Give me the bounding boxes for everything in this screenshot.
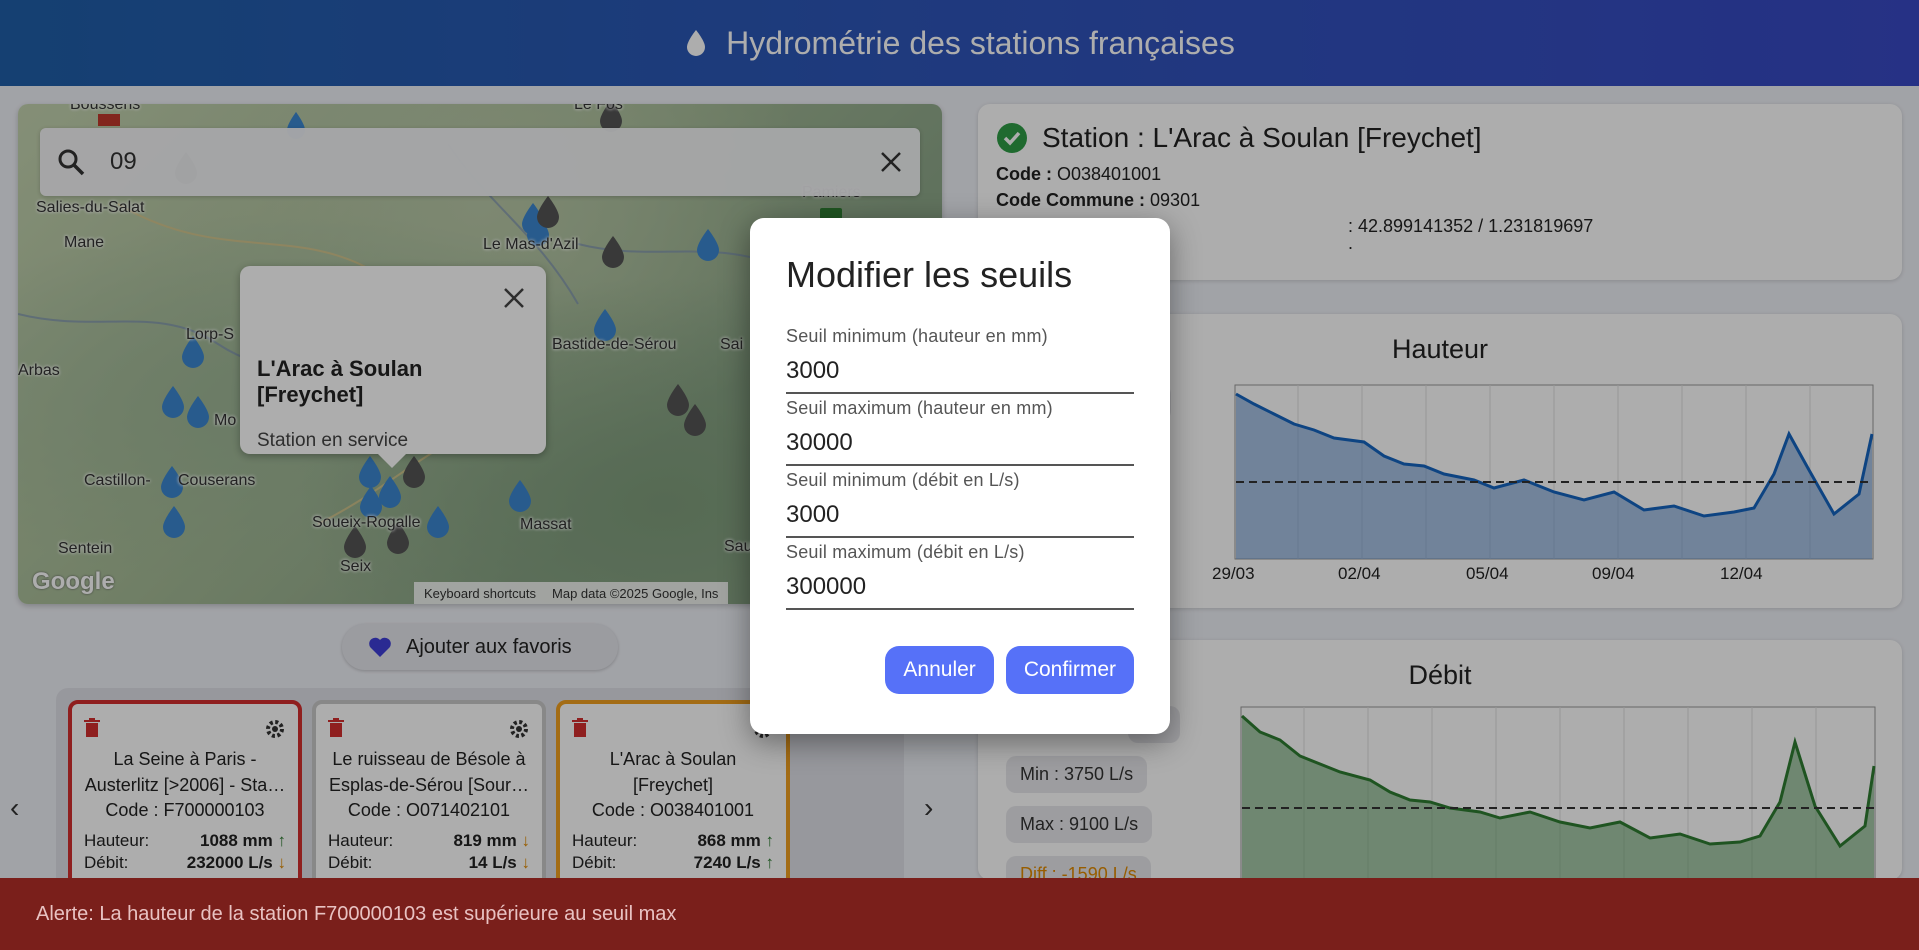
- max-height-input[interactable]: 30000: [786, 429, 1134, 457]
- min-height-field[interactable]: Seuil minimum (hauteur en mm) 3000: [786, 322, 1134, 394]
- confirm-button[interactable]: Confirmer: [1005, 646, 1134, 694]
- min-flow-input[interactable]: 3000: [786, 501, 1134, 529]
- dialog-title: Modifier les seuils: [786, 254, 1073, 295]
- thresholds-dialog: Modifier les seuils Seuil minimum (haute…: [750, 218, 1170, 734]
- cancel-button[interactable]: Annuler: [885, 646, 994, 694]
- max-flow-field[interactable]: Seuil maximum (débit en L/s) 300000: [786, 538, 1134, 610]
- max-height-field[interactable]: Seuil maximum (hauteur en mm) 30000: [786, 394, 1134, 466]
- alert-banner: Alerte: La hauteur de la station F700000…: [0, 878, 1919, 950]
- min-flow-field[interactable]: Seuil minimum (débit en L/s) 3000: [786, 466, 1134, 538]
- min-height-input[interactable]: 3000: [786, 357, 1134, 385]
- max-flow-input[interactable]: 300000: [786, 573, 1134, 601]
